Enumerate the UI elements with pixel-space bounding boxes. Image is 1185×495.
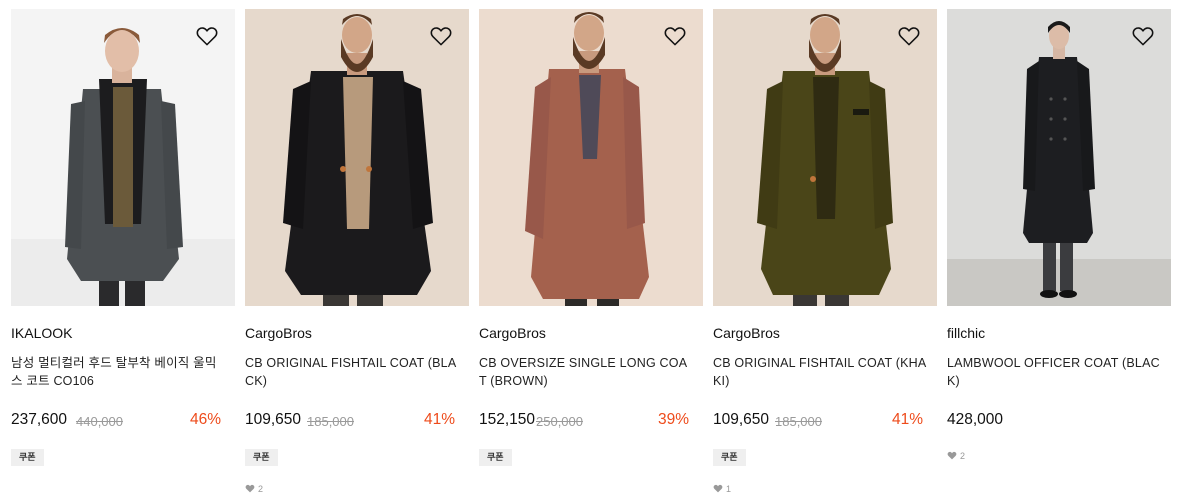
heart-filled-icon [947, 451, 957, 462]
price-row: 109,650 185,000 41% [245, 411, 455, 433]
wishlist-heart-icon[interactable] [1132, 26, 1154, 46]
heart-filled-icon [713, 484, 723, 495]
sale-price: 237,600 [11, 411, 68, 428]
product-name[interactable]: CB ORIGINAL FISHTAIL COAT (BLACK) [245, 354, 459, 390]
like-count-value: 2 [258, 484, 264, 494]
like-count-value: 1 [726, 484, 732, 494]
product-name[interactable]: LAMBWOOL OFFICER COAT (BLACK) [947, 354, 1161, 390]
wishlist-heart-icon[interactable] [196, 26, 218, 46]
coupon-badge: 쿠폰 [245, 449, 278, 466]
discount-rate: 41% [891, 411, 923, 428]
coupon-badge: 쿠폰 [713, 449, 746, 466]
price-row: 152,150 250,000 39% [479, 411, 689, 433]
discount-rate: 41% [423, 411, 455, 428]
product-name[interactable]: 남성 멀티컬러 후드 탈부착 베이직 울믹스 코트 CO106 [11, 354, 225, 390]
product-image[interactable] [947, 9, 1171, 306]
product-card[interactable]: IKALOOK 남성 멀티컬러 후드 탈부착 베이직 울믹스 코트 CO106 … [11, 9, 235, 495]
product-card[interactable]: CargoBros CB ORIGINAL FISHTAIL COAT (BLA… [245, 9, 469, 495]
coupon-badge: 쿠폰 [479, 449, 512, 466]
price-row: 237,600 440,000 46% [11, 411, 221, 433]
sale-price: 152,150 [479, 411, 536, 428]
product-image[interactable] [11, 9, 235, 306]
brand-name[interactable]: fillchic [947, 325, 985, 341]
like-count: 2 [245, 484, 263, 495]
original-price: 440,000 [76, 414, 123, 429]
product-image[interactable] [245, 9, 469, 306]
brand-name[interactable]: CargoBros [245, 325, 312, 341]
brand-name[interactable]: IKALOOK [11, 325, 72, 341]
product-name[interactable]: CB OVERSIZE SINGLE LONG COAT (BROWN) [479, 354, 693, 390]
like-count: 1 [713, 484, 731, 495]
like-count-value: 2 [960, 451, 966, 461]
product-grid: IKALOOK 남성 멀티컬러 후드 탈부착 베이직 울믹스 코트 CO106 … [11, 9, 1175, 495]
original-price: 185,000 [307, 414, 354, 429]
product-image[interactable] [713, 9, 937, 306]
price-row: 109,650 185,000 41% [713, 411, 923, 433]
wishlist-heart-icon[interactable] [664, 26, 686, 46]
original-price: 185,000 [775, 414, 822, 429]
heart-filled-icon [245, 484, 255, 495]
product-name[interactable]: CB ORIGINAL FISHTAIL COAT (KHAKI) [713, 354, 927, 390]
sale-price: 109,650 [245, 411, 302, 428]
discount-rate: 46% [189, 411, 221, 428]
brand-name[interactable]: CargoBros [479, 325, 546, 341]
wishlist-heart-icon[interactable] [898, 26, 920, 46]
like-count: 2 [947, 451, 965, 462]
sale-price: 109,650 [713, 411, 770, 428]
discount-rate: 39% [657, 411, 689, 428]
product-card[interactable]: fillchic LAMBWOOL OFFICER COAT (BLACK) 4… [947, 9, 1171, 495]
wishlist-heart-icon[interactable] [430, 26, 452, 46]
price-row: 428,000 [947, 411, 1157, 433]
product-card[interactable]: CargoBros CB OVERSIZE SINGLE LONG COAT (… [479, 9, 703, 495]
brand-name[interactable]: CargoBros [713, 325, 780, 341]
product-card[interactable]: CargoBros CB ORIGINAL FISHTAIL COAT (KHA… [713, 9, 937, 495]
sale-price: 428,000 [947, 411, 1004, 428]
original-price: 250,000 [536, 414, 583, 429]
coupon-badge: 쿠폰 [11, 449, 44, 466]
product-image[interactable] [479, 9, 703, 306]
